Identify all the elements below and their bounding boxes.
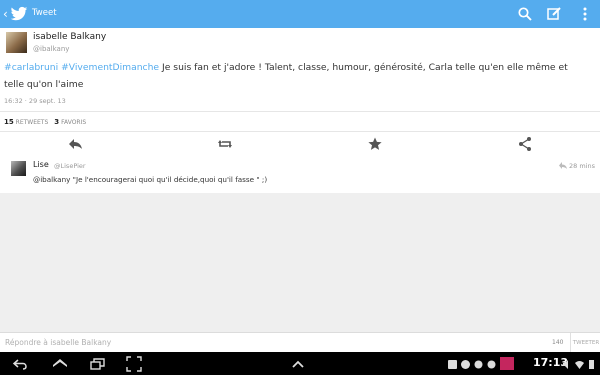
action-bar: ‹ Tweet <box>0 0 600 28</box>
favorites-stat[interactable]: 3 FAVORIS <box>54 118 87 126</box>
notification-icon <box>487 360 496 369</box>
favorites-count: 3 <box>54 118 60 126</box>
favorite-icon[interactable] <box>367 136 383 152</box>
reply-arrow-icon <box>558 162 567 169</box>
tweet-text: #carlabruni #VivementDimanche Je suis fa… <box>4 59 589 93</box>
back-icon[interactable] <box>12 356 28 372</box>
chevron-up-icon[interactable] <box>290 357 306 373</box>
compose-icon[interactable] <box>546 6 562 22</box>
search-icon[interactable] <box>517 6 533 22</box>
compose-bar: Répondre à isabelle Balkany 140 TWEETER <box>0 332 600 353</box>
notification-icon <box>474 360 483 369</box>
twitter-bird-icon[interactable] <box>10 5 28 23</box>
author-name[interactable]: isabelle Balkany <box>33 32 106 42</box>
reply-author-handle[interactable]: @LisePier <box>54 162 86 170</box>
retweets-count: 15 <box>4 118 14 126</box>
avatar[interactable] <box>6 32 27 53</box>
reply-time-text: 28 mins <box>569 162 595 170</box>
author-handle[interactable]: @ibalkany <box>33 45 69 53</box>
retweets-stat[interactable]: 15 RETWEETS <box>4 118 49 126</box>
reply-item[interactable]: Lise @LisePier 28 mins @ibalkany "Je l'e… <box>0 155 600 193</box>
tweet-timestamp: 16:32 · 29 sept. 13 <box>4 97 66 105</box>
battery-icon <box>589 360 594 369</box>
divider <box>0 111 600 112</box>
reply-input[interactable]: Répondre à isabelle Balkany <box>5 338 111 347</box>
mute-icon <box>563 360 568 369</box>
retweets-label: RETWEETS <box>15 119 49 126</box>
wifi-icon <box>575 361 584 369</box>
screen-title: Tweet <box>32 8 57 18</box>
home-icon[interactable] <box>52 356 68 372</box>
notification-badge-icon <box>500 357 514 370</box>
character-count: 140 <box>552 339 564 346</box>
favorites-label: FAVORIS <box>61 119 87 126</box>
divider <box>0 131 600 132</box>
tweet-stats: 15 RETWEETS 3 FAVORIS <box>4 118 86 126</box>
reply-icon[interactable] <box>67 136 83 152</box>
tweet-button[interactable]: TWEETER <box>570 333 600 353</box>
share-icon[interactable] <box>517 136 533 152</box>
screenshot-icon[interactable] <box>126 356 142 372</box>
system-bar: 17:13 <box>0 352 600 375</box>
hashtag-link[interactable]: #carlabruni <box>4 62 58 73</box>
hashtag-link[interactable]: #VivementDimanche <box>61 62 159 73</box>
reply-time: 28 mins <box>558 162 595 170</box>
notification-icon <box>448 360 457 369</box>
reply-text: @ibalkany "Je l'encouragerai quoi qu'il … <box>33 175 268 184</box>
recent-apps-icon[interactable] <box>90 356 106 372</box>
tweet-detail: isabelle Balkany @ibalkany #carlabruni #… <box>0 28 600 155</box>
overflow-menu-icon[interactable] <box>577 6 593 22</box>
avatar[interactable] <box>11 161 26 176</box>
reply-author-name[interactable]: Lise <box>33 160 49 169</box>
retweet-icon[interactable] <box>217 136 233 152</box>
notification-icon <box>461 360 470 369</box>
